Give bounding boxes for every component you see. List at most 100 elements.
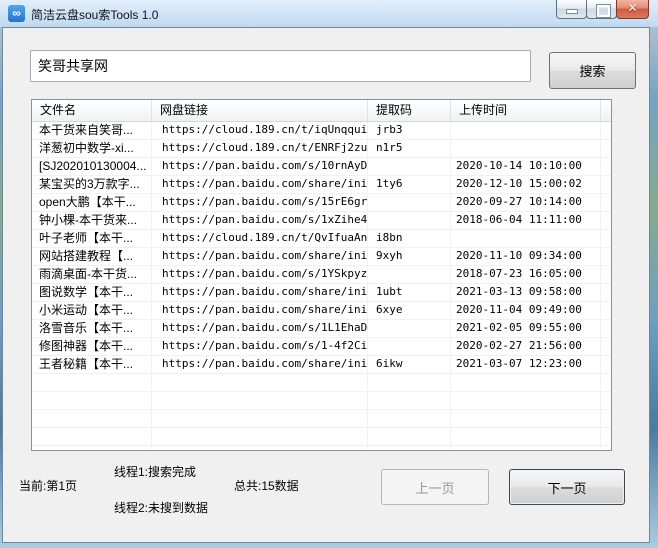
cell-code: i8bn xyxy=(368,230,451,247)
column-header-time[interactable]: 上传时间 xyxy=(451,100,601,121)
cell-filler xyxy=(601,320,611,337)
results-table: 文件名 网盘链接 提取码 上传时间 本干货来自笑哥... https://clou… xyxy=(31,99,612,451)
table-row[interactable]: 本干货来自笑哥... https://cloud.189.cn/t/iqUnqqu… xyxy=(32,122,611,140)
cell-code xyxy=(368,266,451,283)
table-row[interactable]: 图说数学【本干... https://pan.baidu.com/share/in… xyxy=(32,284,611,302)
cell-code xyxy=(368,320,451,337)
minimize-icon xyxy=(567,10,577,13)
table-row[interactable]: 钟小棵-本干货来... https://pan.baidu.com/s/1xZih… xyxy=(32,212,611,230)
cell-code: 1ty6 xyxy=(368,176,451,193)
app-icon: ∞ xyxy=(8,5,25,22)
cell-filename: 本干货来自笑哥... xyxy=(32,122,152,139)
cell-time: 2020-11-10 09:34:00 xyxy=(451,248,601,265)
titlebar[interactable]: ∞ 简洁云盘sou索Tools 1.0 ✕ xyxy=(0,0,658,28)
table-row[interactable] xyxy=(32,374,611,392)
column-header-code[interactable]: 提取码 xyxy=(368,100,451,121)
table-row[interactable]: 小米运动【本干... https://pan.baidu.com/share/in… xyxy=(32,302,611,320)
cell-link xyxy=(152,446,368,450)
cell-code xyxy=(368,194,451,211)
cell-code xyxy=(368,158,451,175)
table-row[interactable] xyxy=(32,410,611,428)
table-row[interactable]: [SJ202010130004... https://pan.baidu.com/… xyxy=(32,158,611,176)
cell-filler xyxy=(601,176,611,193)
table-row[interactable]: 王者秘籍【本干... https://pan.baidu.com/share/in… xyxy=(32,356,611,374)
cell-filler xyxy=(601,356,611,373)
table-row[interactable]: 洛雪音乐【本干... https://pan.baidu.com/s/1L1Eha… xyxy=(32,320,611,338)
cell-link: https://pan.baidu.com/s/1xZihe4... xyxy=(152,212,368,229)
table-row[interactable]: 修图神器【本干... https://pan.baidu.com/s/1-4f2C… xyxy=(32,338,611,356)
search-button[interactable]: 搜索 xyxy=(549,52,636,89)
table-row[interactable] xyxy=(32,446,611,450)
cell-filename: 雨滴桌面-本干货... xyxy=(32,266,152,283)
cell-filler xyxy=(601,158,611,175)
cell-link xyxy=(152,374,368,391)
cell-filename: 王者秘籍【本干... xyxy=(32,356,152,373)
cell-code: n1r5 xyxy=(368,140,451,157)
cell-link: https://pan.baidu.com/s/10rnAyD... xyxy=(152,158,368,175)
search-input[interactable] xyxy=(30,50,531,82)
cell-filename: 小米运动【本干... xyxy=(32,302,152,319)
cell-link: https://pan.baidu.com/share/ini... xyxy=(152,302,368,319)
cell-filename xyxy=(32,410,152,427)
cell-time: 2021-02-05 09:55:00 xyxy=(451,320,601,337)
cell-filename: 钟小棵-本干货来... xyxy=(32,212,152,229)
prev-page-button[interactable]: 上一页 xyxy=(381,469,489,505)
status-current-page: 当前:第1页 xyxy=(19,479,78,493)
cell-filename xyxy=(32,374,152,391)
cell-time: 2018-06-04 11:11:00 xyxy=(451,212,601,229)
cell-filler xyxy=(601,212,611,229)
table-row[interactable] xyxy=(32,392,611,410)
minimize-button[interactable] xyxy=(556,0,587,19)
cell-filler xyxy=(601,302,611,319)
cell-link: https://pan.baidu.com/share/ini... xyxy=(152,248,368,265)
cell-filler xyxy=(601,392,611,409)
cell-time: 2018-07-23 16:05:00 xyxy=(451,266,601,283)
column-header-link[interactable]: 网盘链接 xyxy=(152,100,368,121)
table-row[interactable]: 叶子老师【本干... https://cloud.189.cn/t/QvIfuaA… xyxy=(32,230,611,248)
cell-time: 2020-10-14 10:10:00 xyxy=(451,158,601,175)
cell-link: https://pan.baidu.com/s/1-4f2Ci... xyxy=(152,338,368,355)
cell-filename: 洛雪音乐【本干... xyxy=(32,320,152,337)
table-row[interactable] xyxy=(32,428,611,446)
cell-filler xyxy=(601,446,611,450)
table-row[interactable]: 某宝买的3万款字... https://pan.baidu.com/share/i… xyxy=(32,176,611,194)
cell-time: 2020-02-27 21:56:00 xyxy=(451,338,601,355)
cell-code xyxy=(368,374,451,391)
cell-link: https://cloud.189.cn/t/ENRFj2zu... xyxy=(152,140,368,157)
cell-time xyxy=(451,428,601,445)
cell-time: 2021-03-07 12:23:00 xyxy=(451,356,601,373)
cell-filename: [SJ202010130004... xyxy=(32,158,152,175)
table-row[interactable]: 雨滴桌面-本干货... https://pan.baidu.com/s/1YSkp… xyxy=(32,266,611,284)
cell-link xyxy=(152,410,368,427)
window-title: 简洁云盘sou索Tools 1.0 xyxy=(31,8,159,22)
cell-time xyxy=(451,410,601,427)
cell-filename: 修图神器【本干... xyxy=(32,338,152,355)
cell-code: jrb3 xyxy=(368,122,451,139)
cell-code xyxy=(368,446,451,450)
close-button[interactable]: ✕ xyxy=(616,0,649,19)
table-row[interactable]: 网站搭建教程【... https://pan.baidu.com/share/in… xyxy=(32,248,611,266)
table-row[interactable]: 洋葱初中数学-xi... https://cloud.189.cn/t/ENRFj… xyxy=(32,140,611,158)
cell-filler xyxy=(601,248,611,265)
cell-time xyxy=(451,140,601,157)
desktop-background: ∞ 简洁云盘sou索Tools 1.0 ✕ 搜索 文件名 网盘链接 提取码 xyxy=(0,0,658,548)
cell-filename: 叶子老师【本干... xyxy=(32,230,152,247)
column-header-filename[interactable]: 文件名 xyxy=(32,100,152,121)
cell-time: 2020-11-04 09:49:00 xyxy=(451,302,601,319)
maximize-button[interactable] xyxy=(586,0,617,19)
cell-filler xyxy=(601,338,611,355)
cell-filler xyxy=(601,428,611,445)
cell-link: https://pan.baidu.com/share/ini... xyxy=(152,356,368,373)
cell-time xyxy=(451,374,601,391)
next-page-button[interactable]: 下一页 xyxy=(509,469,625,505)
table-row[interactable]: open大鹏【本干... https://pan.baidu.com/s/15rE… xyxy=(32,194,611,212)
cell-time xyxy=(451,446,601,450)
cell-filler xyxy=(601,266,611,283)
client-area: 搜索 文件名 网盘链接 提取码 上传时间 本干货来自笑哥...https://c… xyxy=(2,27,650,543)
cell-filename: 某宝买的3万款字... xyxy=(32,176,152,193)
cell-code: 6ikw xyxy=(368,356,451,373)
cell-code xyxy=(368,392,451,409)
cell-filler xyxy=(601,194,611,211)
cell-link: https://pan.baidu.com/share/ini... xyxy=(152,176,368,193)
cell-filename: 网站搭建教程【... xyxy=(32,248,152,265)
